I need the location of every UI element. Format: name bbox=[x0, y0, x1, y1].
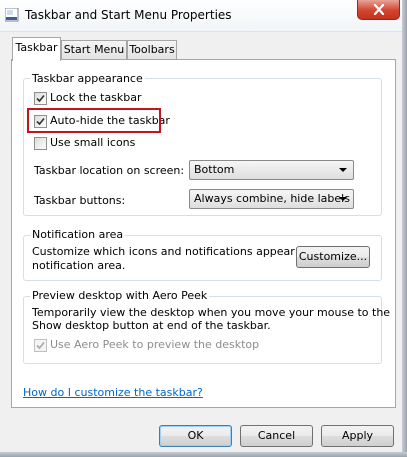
aero-peek-title: Preview desktop with Aero Peek bbox=[30, 289, 210, 302]
taskbar-location-value: Bottom bbox=[194, 163, 235, 176]
window-edge-right bbox=[402, 0, 407, 457]
customize-button[interactable]: Customize... bbox=[296, 246, 370, 268]
properties-window: Taskbar and Start Menu Properties Taskba… bbox=[0, 0, 407, 457]
tab-taskbar[interactable]: Taskbar bbox=[12, 37, 61, 61]
chevron-down-icon bbox=[339, 168, 347, 172]
cancel-button[interactable]: Cancel bbox=[240, 425, 313, 447]
title-bar[interactable]: Taskbar and Start Menu Properties bbox=[0, 0, 407, 32]
window-title: Taskbar and Start Menu Properties bbox=[25, 8, 232, 22]
lock-taskbar-label[interactable]: Lock the taskbar bbox=[50, 91, 142, 104]
taskbar-buttons-value: Always combine, hide labels bbox=[194, 192, 350, 205]
taskbar-appearance-title: Taskbar appearance bbox=[30, 72, 145, 85]
apply-button[interactable]: Apply bbox=[321, 425, 394, 447]
small-icons-checkbox[interactable] bbox=[34, 137, 47, 150]
taskbar-location-select[interactable]: Bottom bbox=[189, 160, 354, 180]
checkmark-icon bbox=[36, 94, 45, 103]
auto-hide-highlight bbox=[27, 108, 161, 133]
tab-start-menu[interactable]: Start Menu bbox=[61, 40, 127, 59]
aero-peek-description-line2: Show desktop button at end of the taskba… bbox=[32, 319, 271, 332]
close-button[interactable] bbox=[357, 0, 400, 20]
small-icons-label[interactable]: Use small icons bbox=[50, 136, 135, 149]
lock-taskbar-checkbox[interactable] bbox=[34, 92, 47, 105]
taskbar-buttons-label: Taskbar buttons: bbox=[34, 194, 126, 207]
notification-description-line1: Customize which icons and notifications … bbox=[32, 245, 330, 258]
taskbar-location-label: Taskbar location on screen: bbox=[34, 164, 185, 177]
checkmark-icon bbox=[36, 341, 45, 350]
notification-area-title: Notification area bbox=[30, 228, 126, 241]
chevron-down-icon bbox=[339, 197, 347, 201]
taskbar-buttons-select[interactable]: Always combine, hide labels bbox=[189, 189, 354, 209]
aero-peek-description-line1: Temporarily view the desktop when you mo… bbox=[32, 306, 391, 319]
aero-peek-label[interactable]: Use Aero Peek to preview the desktop bbox=[50, 338, 259, 351]
window-edge-bottom bbox=[0, 452, 407, 457]
close-icon bbox=[373, 4, 385, 15]
notification-description-line2: notification area. bbox=[32, 259, 126, 272]
ok-button[interactable]: OK bbox=[159, 425, 232, 447]
customize-help-link[interactable]: How do I customize the taskbar? bbox=[23, 386, 203, 399]
aero-peek-checkbox[interactable] bbox=[34, 339, 47, 352]
tab-toolbars[interactable]: Toolbars bbox=[127, 40, 177, 59]
taskbar-properties-icon bbox=[4, 7, 19, 22]
